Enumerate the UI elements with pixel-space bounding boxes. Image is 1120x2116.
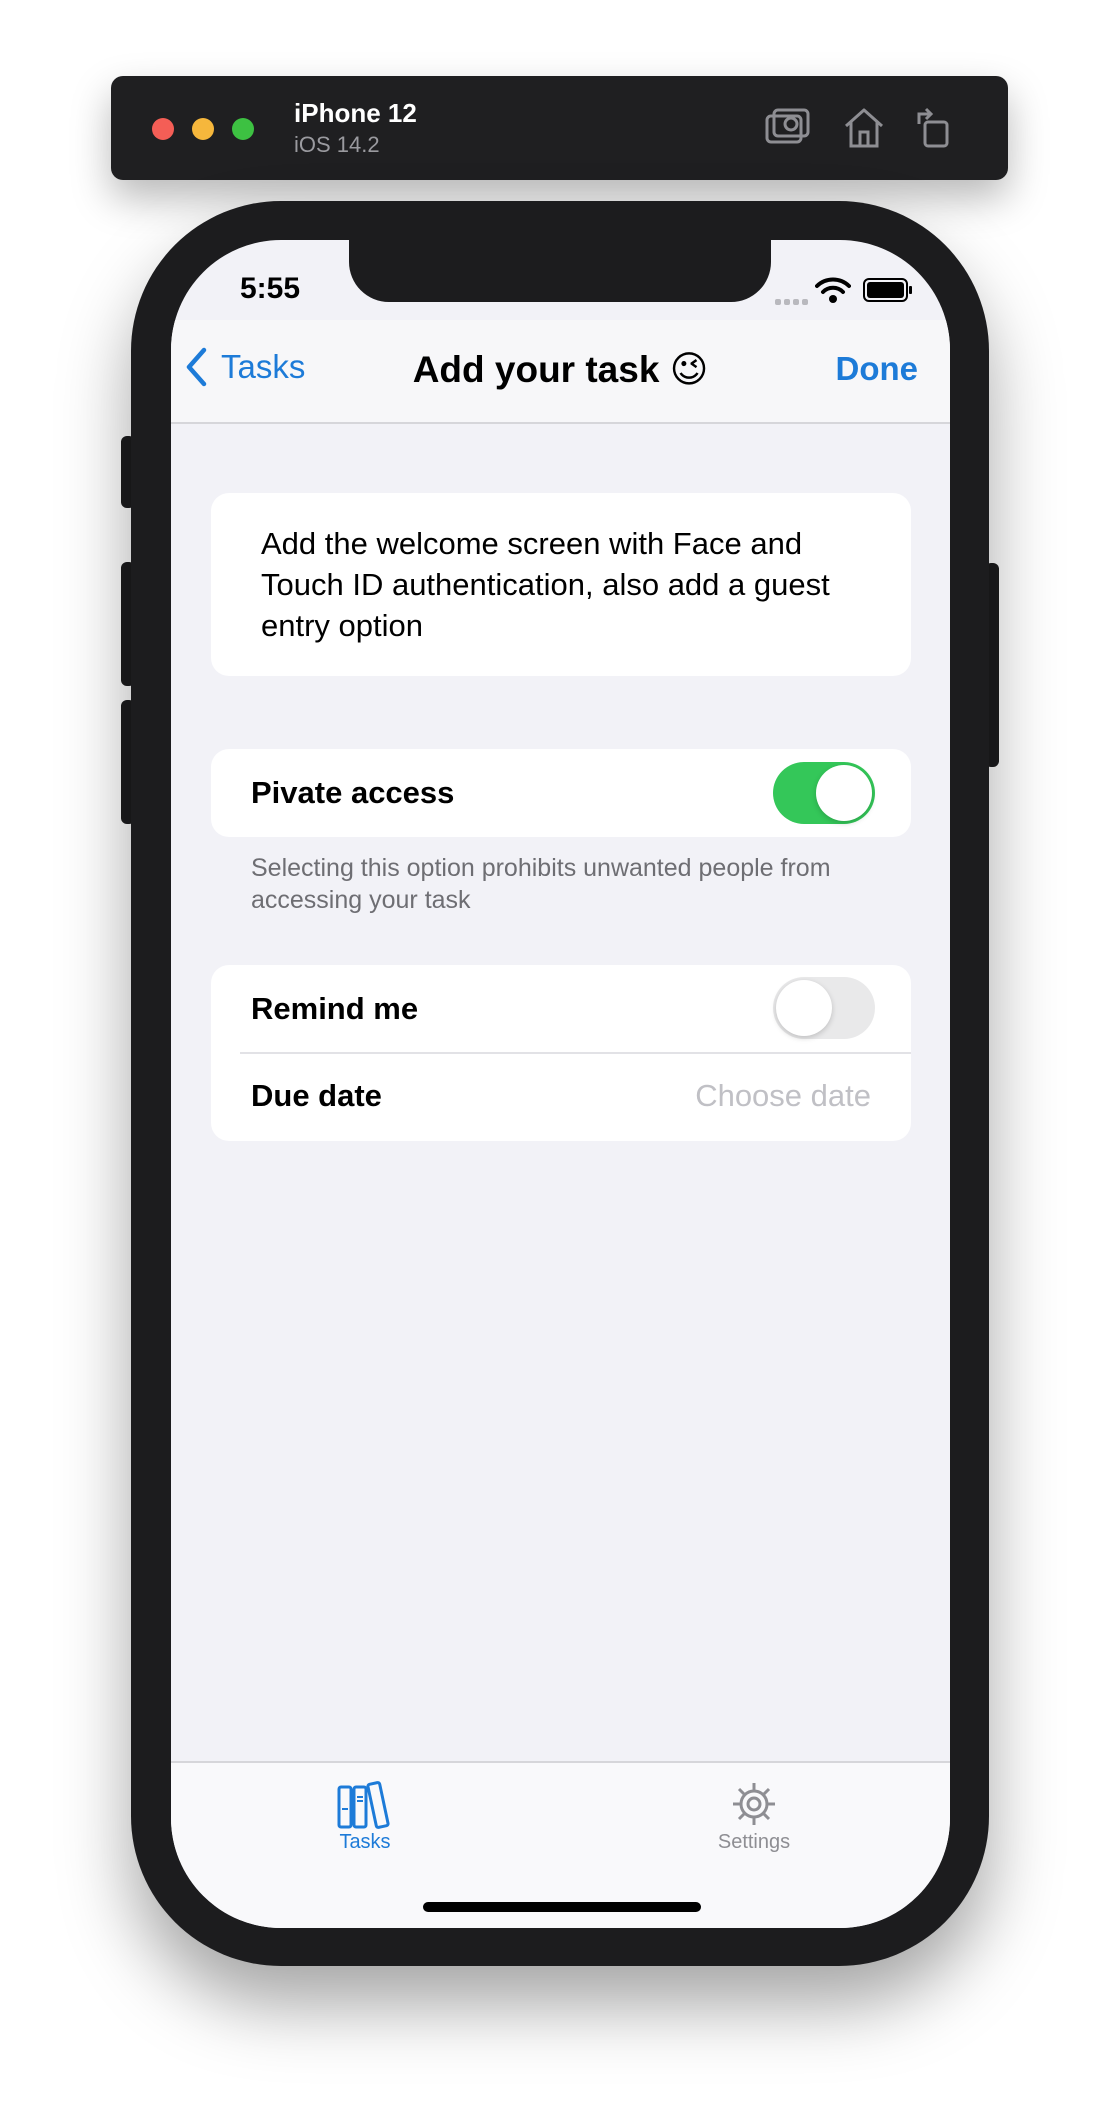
os-version: iOS 14.2 (294, 132, 380, 157)
private-access-footer: Selecting this option prohibits unwanted… (251, 854, 831, 914)
cellular-signal-icon (775, 292, 811, 310)
choose-date-button[interactable]: Choose date (695, 1078, 871, 1114)
toggle-knob (816, 765, 872, 821)
home-indicator[interactable] (423, 1902, 701, 1912)
page-title: Add your task 😉 (412, 349, 709, 390)
tab-settings-label: Settings (717, 1831, 791, 1853)
done-button[interactable]: Done (836, 350, 919, 388)
toggle-knob (776, 980, 832, 1036)
close-window-button[interactable] (152, 118, 174, 140)
minimize-window-button[interactable] (192, 118, 214, 140)
task-text-field[interactable]: Add the welcome screen with Face and Tou… (261, 523, 871, 646)
remind-me-toggle[interactable] (773, 977, 875, 1039)
due-date-label: Due date (251, 1078, 382, 1113)
private-access-row: Pivate access (211, 749, 911, 837)
task-text-card[interactable]: Add the welcome screen with Face and Tou… (211, 493, 911, 676)
private-access-label: Pivate access (251, 775, 455, 810)
navigation-bar: Tasks Add your task 😉 Done (171, 320, 950, 424)
private-access-toggle[interactable] (773, 762, 875, 824)
remind-me-label: Remind me (251, 991, 419, 1026)
notch (349, 240, 771, 302)
tab-bar: Tasks Settings (171, 1761, 950, 1928)
tab-tasks-label: Tasks (339, 1831, 391, 1853)
books-icon (337, 1781, 390, 1829)
reminder-section: Remind me Due date Choose date (211, 965, 911, 1141)
tab-tasks[interactable]: Tasks (285, 1779, 445, 1854)
battery-icon (863, 278, 912, 302)
simulator-title-bar: iPhone 12 iOS 14.2 (111, 76, 1008, 180)
row-divider (240, 1052, 911, 1054)
status-time: 5:55 (240, 272, 301, 305)
tab-settings[interactable]: Settings (674, 1779, 834, 1854)
wifi-icon (815, 277, 851, 303)
home-icon[interactable] (840, 104, 888, 152)
zoom-window-button[interactable] (232, 118, 254, 140)
gear-icon (733, 1783, 775, 1825)
screenshot-icon[interactable] (763, 104, 811, 152)
rotate-icon[interactable] (911, 104, 959, 152)
phone-screen: 5:55 Tasks Add your task 😉 Done Add the … (171, 240, 950, 1928)
device-name: iPhone 12 (294, 98, 417, 128)
